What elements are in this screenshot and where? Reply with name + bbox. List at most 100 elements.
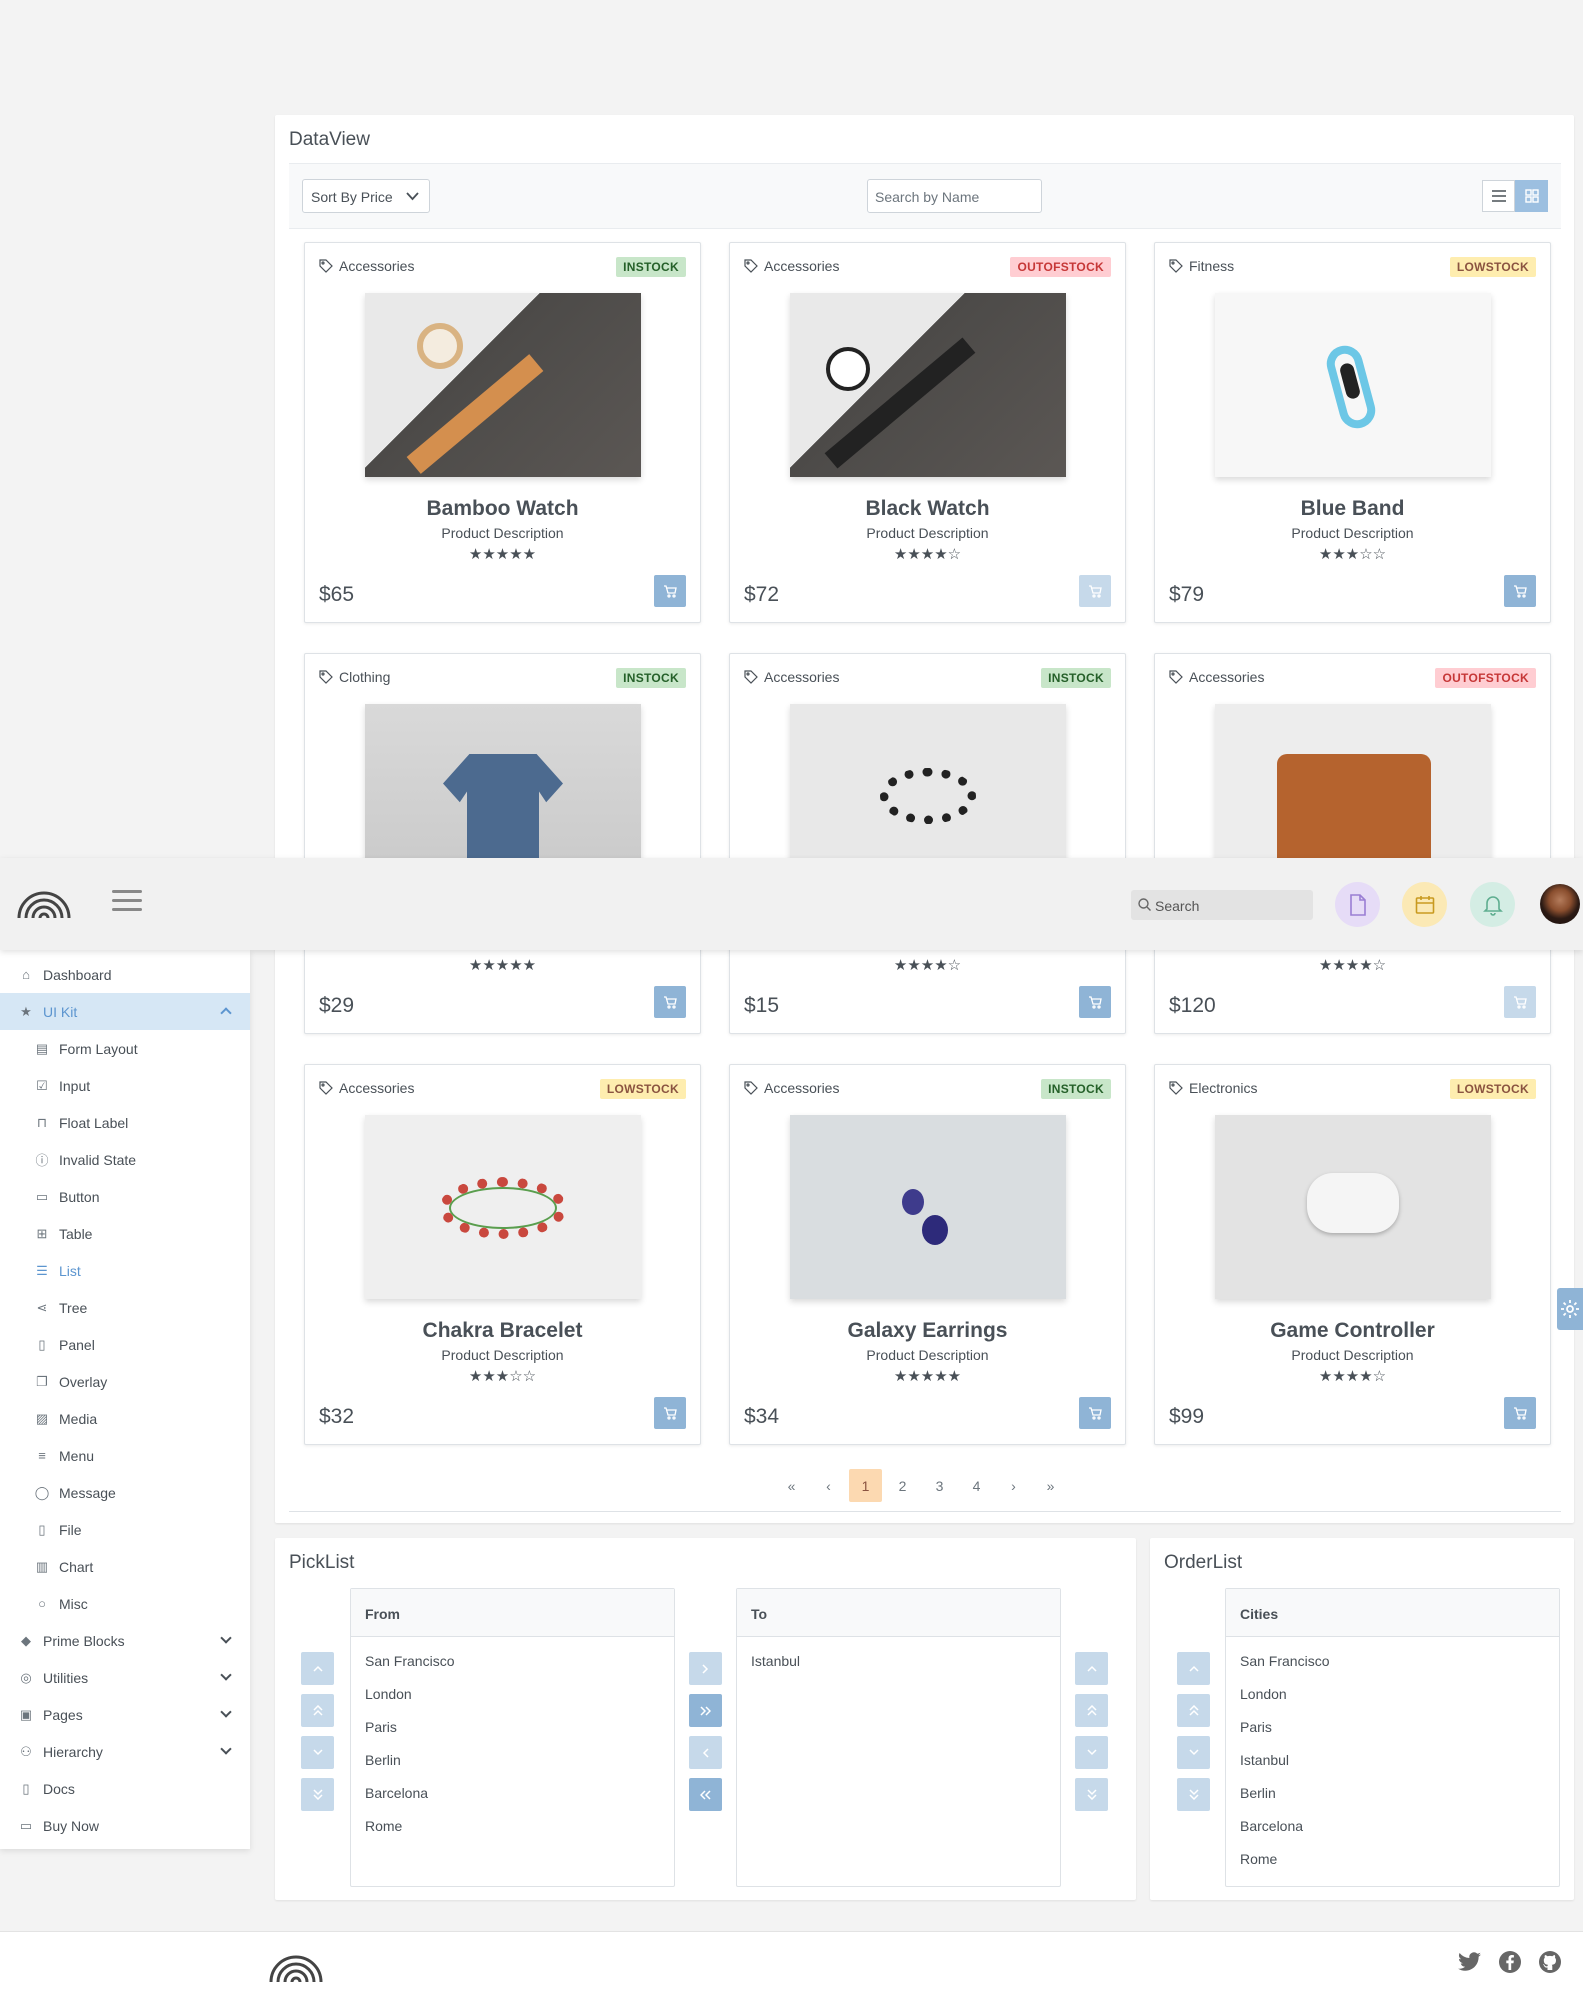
move-to-target-button[interactable] [689, 1652, 722, 1685]
topbar-search-input[interactable]: Search [1131, 890, 1313, 920]
sidebar-item-dashboard[interactable]: ⌂ Dashboard [0, 956, 250, 993]
search-by-name-input[interactable]: Search by Name [867, 179, 1042, 213]
move-to-source-button[interactable] [689, 1736, 722, 1769]
product-rating[interactable]: ★★★★★ [305, 545, 700, 563]
target-move-up-button[interactable] [1075, 1652, 1108, 1685]
add-to-cart-button[interactable] [1079, 575, 1111, 607]
source-move-top-button[interactable] [301, 1694, 334, 1727]
add-to-cart-button[interactable] [1079, 986, 1111, 1018]
star-filled-icon[interactable]: ★ [1319, 546, 1332, 563]
orderlist-item[interactable]: San Francisco [1226, 1645, 1559, 1678]
orderlist-item[interactable]: Rome [1226, 1843, 1559, 1876]
star-filled-icon[interactable]: ★ [934, 546, 947, 563]
prev-page-button[interactable]: ‹ [812, 1469, 845, 1502]
sidebar-item-invalid-state[interactable]: ⓘ Invalid State [0, 1141, 250, 1178]
star-filled-icon[interactable]: ★ [482, 1368, 495, 1385]
product-rating[interactable]: ★★★★★ [305, 956, 700, 974]
config-button[interactable] [1557, 1288, 1583, 1330]
star-filled-icon[interactable]: ★ [921, 957, 934, 974]
star-icon[interactable]: ☆ [948, 957, 961, 974]
orderlist-item[interactable]: London [1226, 1678, 1559, 1711]
menu-toggle-button[interactable] [112, 890, 142, 912]
grid-layout-button[interactable] [1515, 180, 1548, 212]
target-move-top-button[interactable] [1075, 1694, 1108, 1727]
star-filled-icon[interactable]: ★ [907, 1368, 920, 1385]
product-rating[interactable]: ★★★★☆ [1155, 956, 1550, 974]
star-icon[interactable]: ☆ [523, 1368, 536, 1385]
source-move-up-button[interactable] [301, 1652, 334, 1685]
page-button[interactable]: 1 [849, 1469, 882, 1502]
star-filled-icon[interactable]: ★ [921, 1368, 934, 1385]
product-rating[interactable]: ★★★☆☆ [1155, 545, 1550, 563]
orderlist-item[interactable]: Istanbul [1226, 1744, 1559, 1777]
picklist-item[interactable]: Istanbul [737, 1645, 1060, 1678]
orderlist-item[interactable]: Barcelona [1226, 1810, 1559, 1843]
sidebar-item-media[interactable]: ▨ Media [0, 1400, 250, 1437]
add-to-cart-button[interactable] [654, 575, 686, 607]
last-page-button[interactable]: » [1034, 1469, 1067, 1502]
star-icon[interactable]: ☆ [948, 546, 961, 563]
orderlist-item[interactable]: Berlin [1226, 1777, 1559, 1810]
star-filled-icon[interactable]: ★ [1319, 957, 1332, 974]
star-filled-icon[interactable]: ★ [1332, 1368, 1345, 1385]
star-filled-icon[interactable]: ★ [509, 546, 522, 563]
target-move-down-button[interactable] [1075, 1736, 1108, 1769]
sidebar-item-panel[interactable]: ▯ Panel [0, 1326, 250, 1363]
sidebar-item-overlay[interactable]: ❐ Overlay [0, 1363, 250, 1400]
picklist-item[interactable]: Rome [351, 1810, 674, 1843]
star-filled-icon[interactable]: ★ [496, 1368, 509, 1385]
star-icon[interactable]: ☆ [1373, 1368, 1386, 1385]
sidebar-item-table[interactable]: ⊞ Table [0, 1215, 250, 1252]
star-filled-icon[interactable]: ★ [469, 546, 482, 563]
order-move-top-button[interactable] [1177, 1694, 1210, 1727]
move-all-to-source-button[interactable] [689, 1778, 722, 1811]
source-move-bottom-button[interactable] [301, 1778, 334, 1811]
star-filled-icon[interactable]: ★ [907, 957, 920, 974]
sidebar-item-menu[interactable]: ≡ Menu [0, 1437, 250, 1474]
sidebar-item-message[interactable]: ◯ Message [0, 1474, 250, 1511]
sidebar-item-float-label[interactable]: ⊓ Float Label [0, 1104, 250, 1141]
product-rating[interactable]: ★★★★☆ [730, 956, 1125, 974]
sidebar-item-form-layout[interactable]: ▤ Form Layout [0, 1030, 250, 1067]
picklist-item[interactable]: San Francisco [351, 1645, 674, 1678]
facebook-icon[interactable] [1498, 1950, 1522, 1974]
picklist-item[interactable]: Paris [351, 1711, 674, 1744]
star-icon[interactable]: ☆ [1373, 546, 1386, 563]
star-filled-icon[interactable]: ★ [948, 1368, 961, 1385]
star-filled-icon[interactable]: ★ [921, 546, 934, 563]
sidebar-item-misc[interactable]: ○ Misc [0, 1585, 250, 1622]
star-icon[interactable]: ☆ [1359, 546, 1372, 563]
picklist-item[interactable]: London [351, 1678, 674, 1711]
sidebar-item-button[interactable]: ▭ Button [0, 1178, 250, 1215]
star-filled-icon[interactable]: ★ [1346, 957, 1359, 974]
picklist-item[interactable]: Barcelona [351, 1777, 674, 1810]
star-filled-icon[interactable]: ★ [894, 1368, 907, 1385]
sidebar-item-list[interactable]: ☰ List [0, 1252, 250, 1289]
sidebar-item-pages[interactable]: ▣ Pages [0, 1696, 250, 1733]
star-filled-icon[interactable]: ★ [1359, 1368, 1372, 1385]
star-filled-icon[interactable]: ★ [1319, 1368, 1332, 1385]
sidebar-item-prime-blocks[interactable]: ◆ Prime Blocks [0, 1622, 250, 1659]
add-to-cart-button[interactable] [654, 986, 686, 1018]
star-filled-icon[interactable]: ★ [482, 546, 495, 563]
order-move-bottom-button[interactable] [1177, 1778, 1210, 1811]
product-rating[interactable]: ★★★★★ [730, 1367, 1125, 1385]
star-filled-icon[interactable]: ★ [523, 957, 536, 974]
star-filled-icon[interactable]: ★ [1359, 957, 1372, 974]
page-button[interactable]: 2 [886, 1469, 919, 1502]
sidebar-item-file[interactable]: ▯ File [0, 1511, 250, 1548]
document-button[interactable] [1335, 882, 1380, 927]
star-filled-icon[interactable]: ★ [907, 546, 920, 563]
sidebar-item-hierarchy[interactable]: ⚇ Hierarchy [0, 1733, 250, 1770]
star-filled-icon[interactable]: ★ [1346, 1368, 1359, 1385]
product-rating[interactable]: ★★★★☆ [730, 545, 1125, 563]
list-layout-button[interactable] [1482, 180, 1515, 212]
first-page-button[interactable]: « [775, 1469, 808, 1502]
star-filled-icon[interactable]: ★ [1332, 957, 1345, 974]
sort-dropdown[interactable]: Sort By Price [302, 179, 430, 213]
github-icon[interactable] [1538, 1950, 1562, 1974]
add-to-cart-button[interactable] [1079, 1397, 1111, 1429]
add-to-cart-button[interactable] [1504, 1397, 1536, 1429]
add-to-cart-button[interactable] [1504, 986, 1536, 1018]
sidebar-item-utilities[interactable]: ◎ Utilities [0, 1659, 250, 1696]
